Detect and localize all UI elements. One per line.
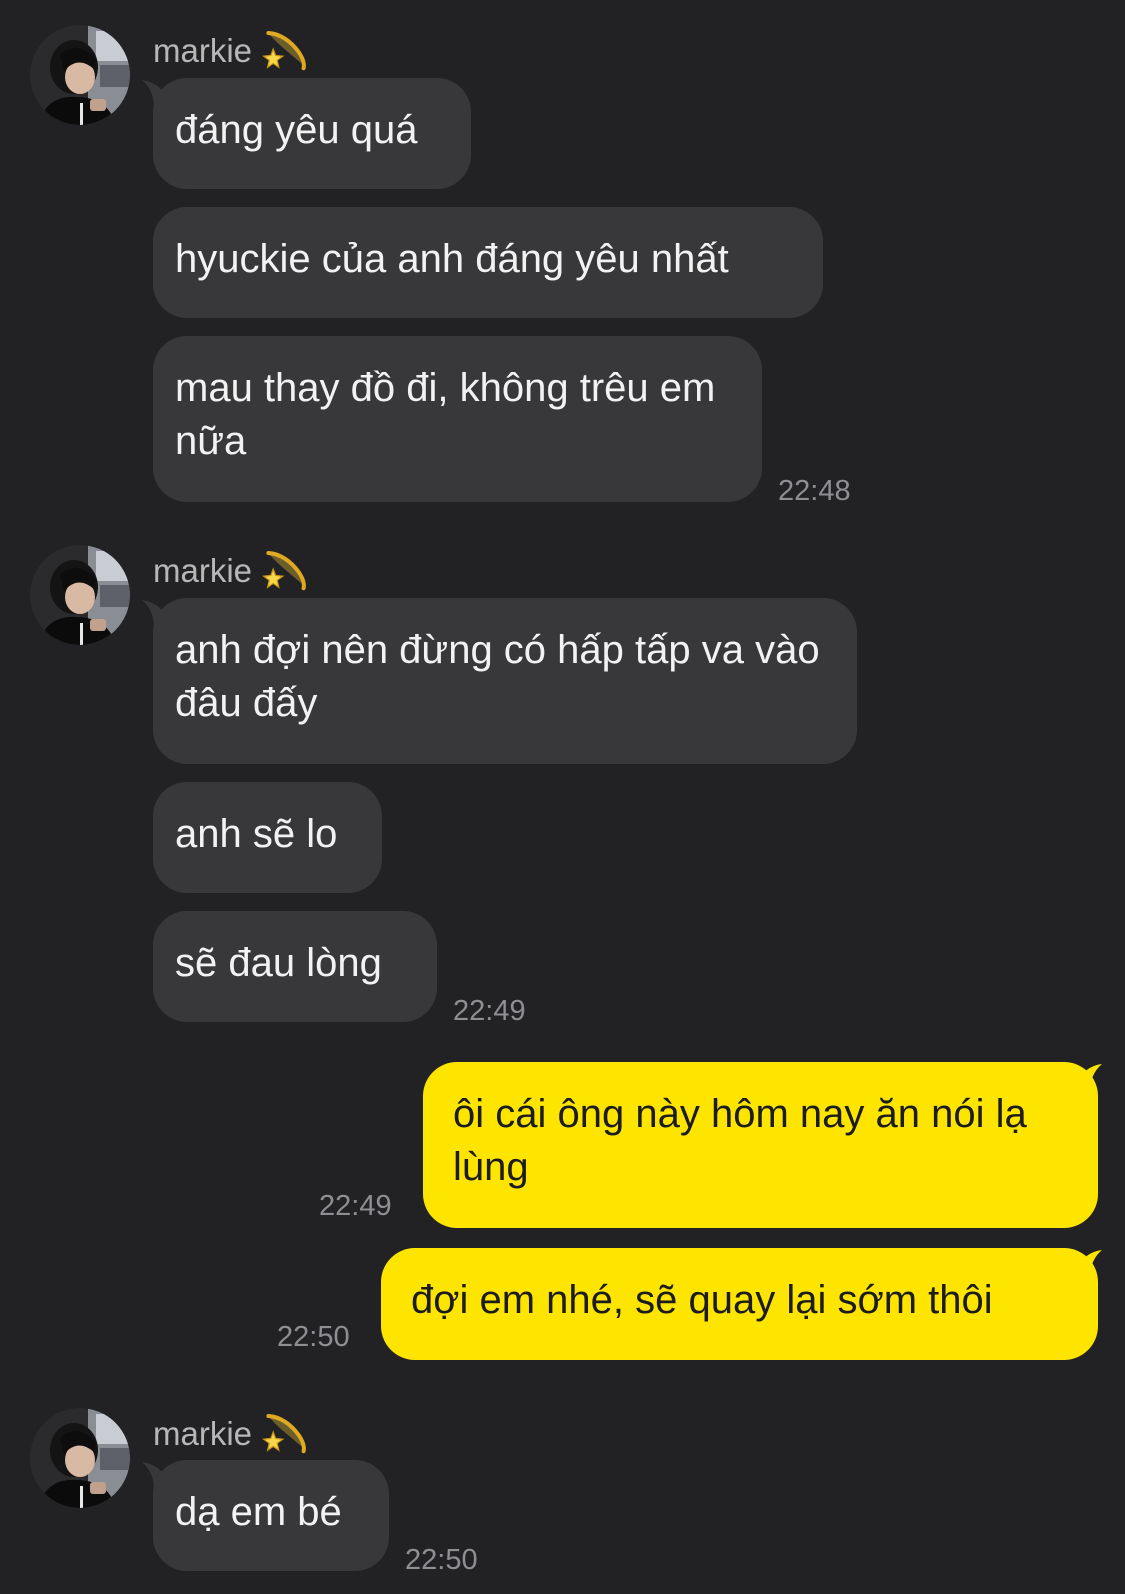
- dizzy-icon: [262, 545, 310, 602]
- message-text: ôi cái ông này hôm nay ăn nói lạ lùng: [453, 1092, 1027, 1189]
- message-text: sẽ đau lòng: [175, 941, 382, 985]
- sender-name-text: markie: [153, 552, 253, 590]
- dizzy-icon: [262, 1408, 310, 1465]
- message-bubble[interactable]: dạ em bé: [153, 1460, 389, 1571]
- message-timestamp: 22:49: [453, 995, 526, 1027]
- dizzy-icon: [262, 25, 310, 82]
- message-bubble[interactable]: sẽ đau lòng: [153, 911, 437, 1022]
- message-text: mau thay đồ đi, không trêu em nữa: [175, 366, 716, 463]
- message-text: anh đợi nên đừng có hấp tấp va vào đâu đ…: [175, 628, 820, 725]
- sender-name-text: markie: [153, 32, 253, 70]
- message-bubble[interactable]: đợi em nhé, sẽ quay lại sớm thôi: [381, 1248, 1098, 1360]
- sender-avatar[interactable]: [30, 1408, 130, 1508]
- message-bubble[interactable]: đáng yêu quá: [153, 78, 471, 189]
- sender-name: markie: [153, 25, 310, 82]
- sender-name: markie: [153, 545, 310, 602]
- message-bubble[interactable]: mau thay đồ đi, không trêu em nữa: [153, 336, 762, 502]
- sender-name-text: markie: [153, 1415, 253, 1453]
- message-bubble[interactable]: anh đợi nên đừng có hấp tấp va vào đâu đ…: [153, 598, 857, 764]
- message-text: anh sẽ lo: [175, 812, 338, 856]
- message-timestamp: 22:50: [405, 1544, 478, 1576]
- message-timestamp: 22:50: [277, 1321, 350, 1353]
- message-timestamp: 22:49: [319, 1190, 392, 1222]
- message-timestamp: 22:48: [778, 475, 851, 507]
- message-bubble[interactable]: hyuckie của anh đáng yêu nhất: [153, 207, 823, 318]
- message-text: đợi em nhé, sẽ quay lại sớm thôi: [411, 1278, 993, 1322]
- message-text: dạ em bé: [175, 1490, 342, 1534]
- message-text: đáng yêu quá: [175, 108, 418, 152]
- sender-avatar[interactable]: [30, 25, 130, 125]
- message-text: hyuckie của anh đáng yêu nhất: [175, 237, 729, 281]
- chat-thread[interactable]: markie đáng yêu quá hyuckie của anh đáng…: [0, 0, 1125, 1594]
- sender-avatar[interactable]: [30, 545, 130, 645]
- message-bubble[interactable]: anh sẽ lo: [153, 782, 382, 893]
- sender-name: markie: [153, 1408, 310, 1465]
- message-bubble[interactable]: ôi cái ông này hôm nay ăn nói lạ lùng: [423, 1062, 1098, 1228]
